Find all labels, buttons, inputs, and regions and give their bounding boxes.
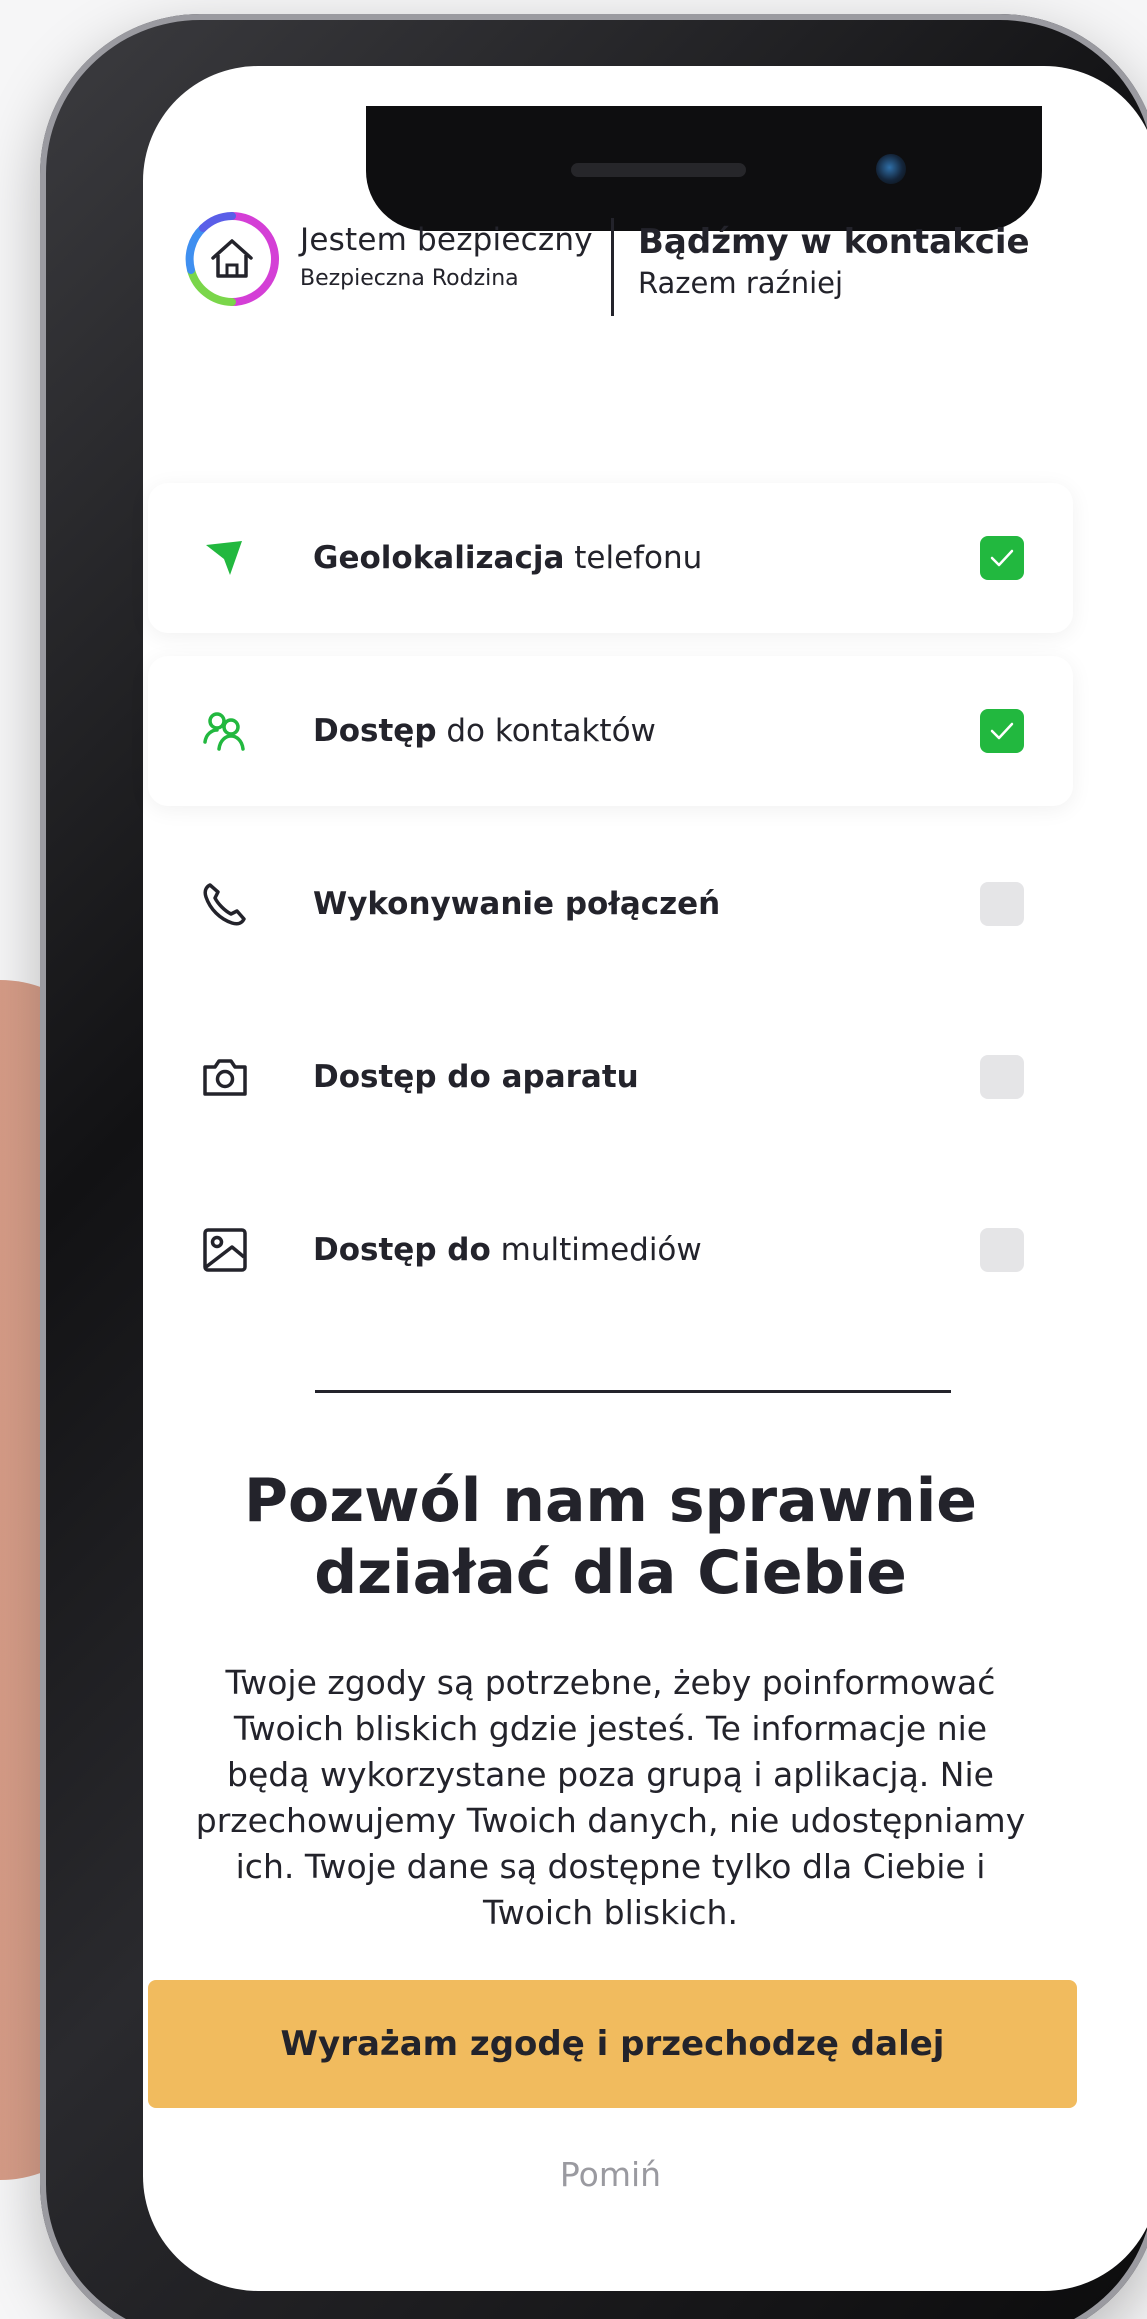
permission-checkbox[interactable] <box>980 1228 1024 1272</box>
permission-label: Dostęp do kontaktów <box>313 713 656 749</box>
headline-line: działać dla Ciebie <box>314 1538 907 1608</box>
accept-and-continue-button[interactable]: Wyrażam zgodę i przechodzę dalej <box>148 1980 1077 2108</box>
description-line: Twoich bliskich. <box>483 1893 738 1932</box>
consent-description: Twoje zgody są potrzebne, żeby poinformo… <box>148 1660 1073 1936</box>
description-line: ich. Twoje dane są dostępne tylko dla Ci… <box>235 1847 986 1886</box>
image-icon <box>203 1228 247 1272</box>
permission-checkbox[interactable] <box>980 1055 1024 1099</box>
permission-checkbox[interactable] <box>980 882 1024 926</box>
front-camera <box>876 154 906 184</box>
skip-link[interactable]: Pomiń <box>148 2155 1073 2194</box>
brand-block: Jestem bezpieczny Bezpieczna Rodzina <box>300 222 593 291</box>
permission-checkbox[interactable] <box>980 709 1024 753</box>
header-divider <box>611 218 614 316</box>
permission-label: Dostęp do aparatu <box>313 1059 639 1095</box>
description-line: Twoje zgody są potrzebne, żeby poinformo… <box>225 1663 996 1702</box>
phone-mockup-scene: Jestem bezpieczny Bezpieczna Rodzina Bąd… <box>0 0 1147 2319</box>
headline-line: Pozwól nam sprawnie <box>244 1466 977 1536</box>
permission-row-camera[interactable]: Dostęp do aparatu <box>148 1002 1073 1152</box>
app-header: Jestem bezpieczny Bezpieczna Rodzina Bąd… <box>183 210 1043 320</box>
permission-row-geolocation[interactable]: Geolokalizacja telefonu <box>148 483 1073 633</box>
description-line: Twoich bliskich gdzie jesteś. Te informa… <box>233 1709 988 1748</box>
permission-label: Wykonywanie połączeń <box>313 886 721 922</box>
tagline-block: Bądźmy w kontakcie Razem raźniej <box>638 222 1030 300</box>
permission-label: Geolokalizacja telefonu <box>313 540 703 576</box>
permission-checkbox[interactable] <box>980 536 1024 580</box>
phone-frame <box>40 14 1147 2319</box>
permission-row-calls[interactable]: Wykonywanie połączeń <box>148 829 1073 979</box>
location-arrow-icon <box>206 541 242 575</box>
permission-row-contacts[interactable]: Dostęp do kontaktów <box>148 656 1073 806</box>
tagline-subtitle: Razem raźniej <box>638 266 844 300</box>
speaker-grill <box>571 163 746 177</box>
contacts-icon <box>203 712 245 751</box>
description-line: przechowujemy Twoich danych, nie udostęp… <box>195 1801 1026 1840</box>
tagline-title: Bądźmy w kontakcie <box>638 222 1030 262</box>
permission-row-media[interactable]: Dostęp do multimediów <box>148 1175 1073 1325</box>
brand-title: Jestem bezpieczny <box>300 222 593 258</box>
phone-icon <box>203 883 246 926</box>
app-logo-icon <box>185 212 279 306</box>
headline: Pozwól nam sprawnie działać dla Ciebie <box>148 1465 1073 1609</box>
section-divider <box>315 1390 951 1393</box>
camera-icon <box>203 1059 247 1096</box>
permission-label: Dostęp do multimediów <box>313 1232 702 1268</box>
brand-subtitle: Bezpieczna Rodzina <box>300 266 519 291</box>
description-line: będą wykorzystane poza grupą i aplikacją… <box>227 1755 994 1794</box>
